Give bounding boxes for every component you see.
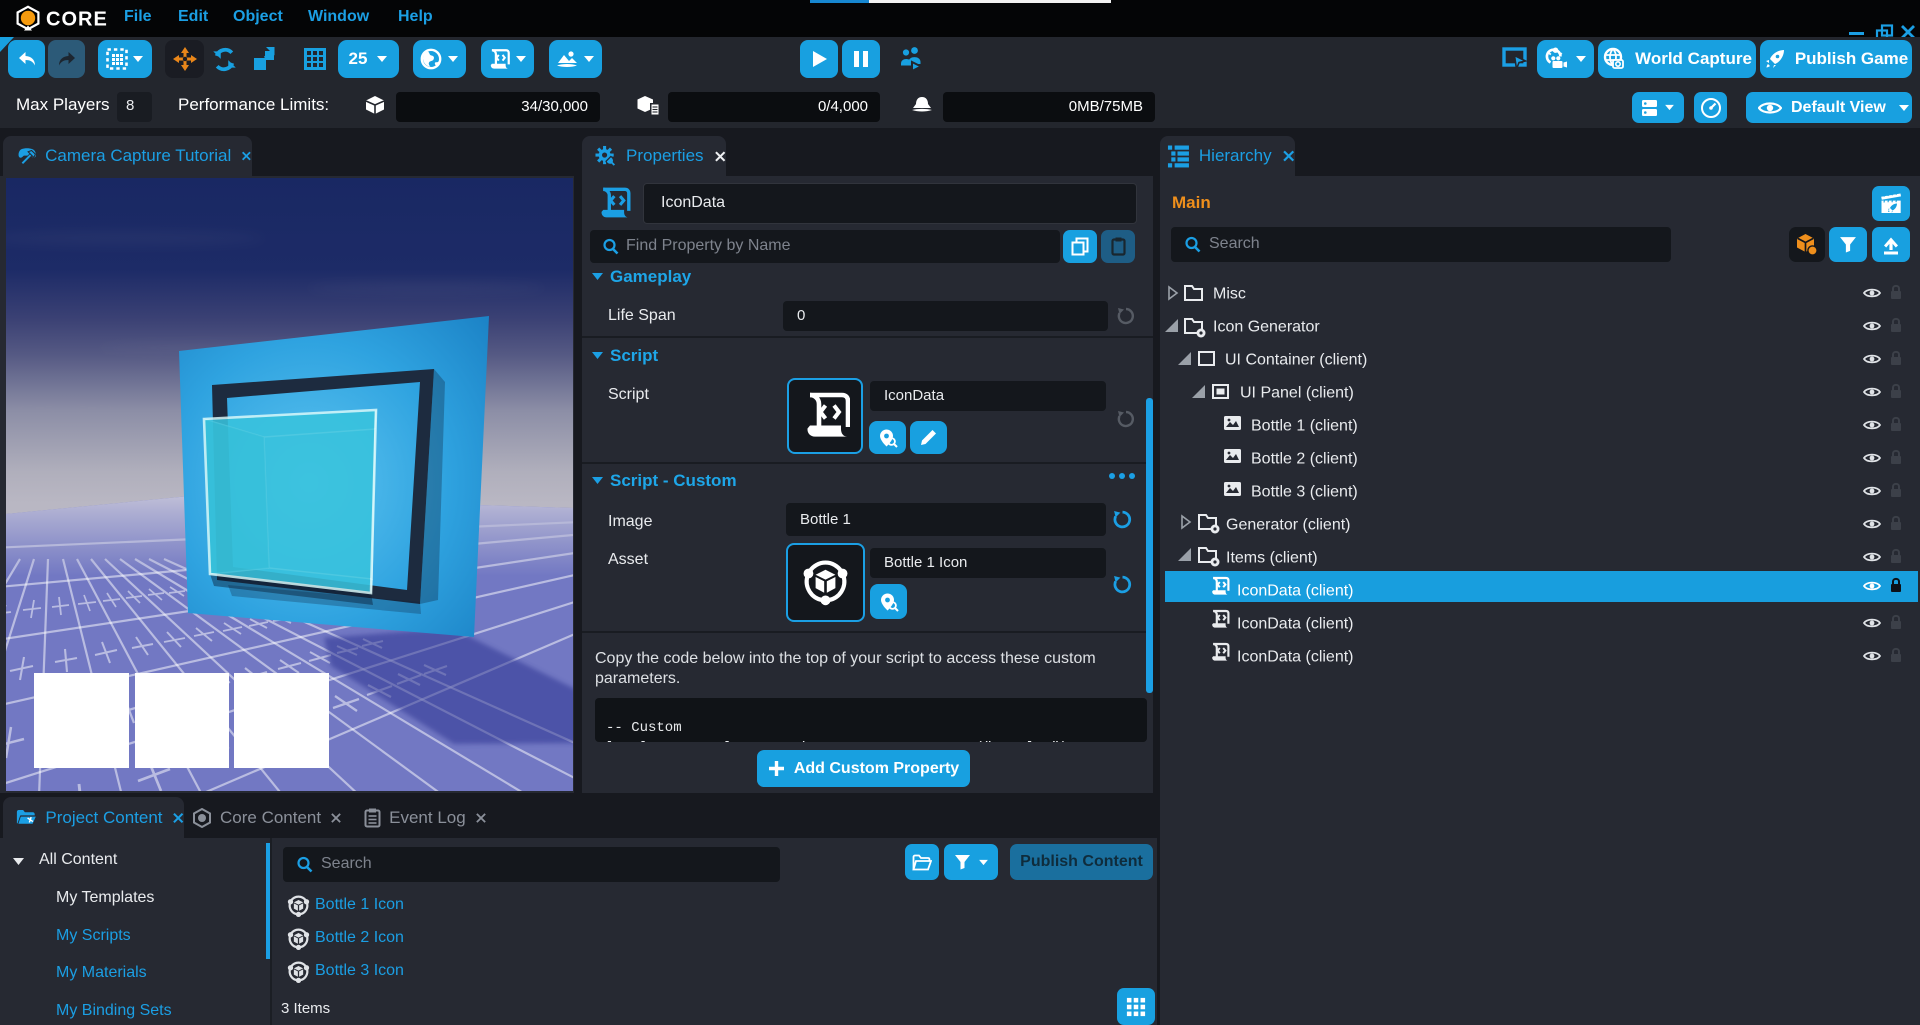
svg-text:Generator (client): Generator (client) (1226, 517, 1351, 534)
svg-text:UI Panel (client): UI Panel (client) (1240, 385, 1354, 402)
svg-text:Items (client): Items (client) (1226, 550, 1318, 567)
svg-text:IconData (client): IconData (client) (1237, 649, 1354, 666)
svg-text:CORE: CORE (46, 9, 108, 31)
svg-text:Bottle 2 (client): Bottle 2 (client) (1251, 451, 1358, 468)
svg-text:IconData (client): IconData (client) (1237, 616, 1354, 633)
svg-text:Misc: Misc (1213, 286, 1246, 303)
svg-text:UI Container (client): UI Container (client) (1225, 352, 1367, 369)
svg-text:Bottle 1 (client): Bottle 1 (client) (1251, 418, 1358, 435)
svg-text:Icon Generator: Icon Generator (1213, 319, 1320, 336)
svg-text:IconData (client): IconData (client) (1237, 583, 1354, 600)
svg-text:Bottle 3 (client): Bottle 3 (client) (1251, 484, 1358, 501)
